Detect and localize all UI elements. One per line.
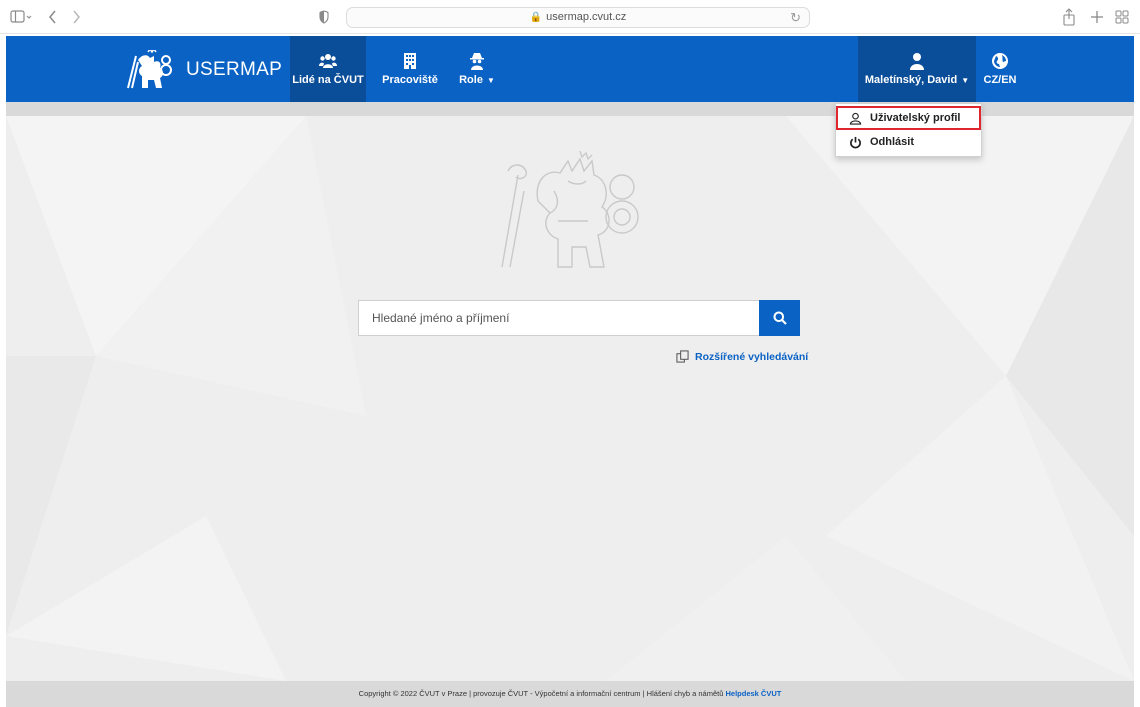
users-group-icon xyxy=(319,54,337,68)
user-outline-icon xyxy=(849,112,862,125)
sidebar-toggle-icon[interactable] xyxy=(10,7,32,27)
logout-menu-label: Odhlásit xyxy=(870,136,915,148)
back-icon[interactable] xyxy=(47,7,59,27)
building-icon xyxy=(404,53,416,69)
brand-name: USERMAP xyxy=(186,59,283,80)
address-bar[interactable]: 🔒 usermap.cvut.cz ↻ xyxy=(346,7,810,28)
nav-people-label: Lidé na ČVUT xyxy=(292,74,364,86)
nav-workplaces-label: Pracoviště xyxy=(382,74,438,86)
browser-toolbar: 🔒 usermap.cvut.cz ↻ xyxy=(0,0,1140,34)
search-bar xyxy=(358,300,800,336)
logout-menu-item[interactable]: Odhlásit xyxy=(836,130,981,154)
power-icon xyxy=(850,136,861,148)
profile-menu-item[interactable]: Uživatelský profil xyxy=(836,106,981,130)
address-url: usermap.cvut.cz xyxy=(546,11,627,23)
caret-down-icon: ▼ xyxy=(961,75,970,85)
page-footer: Copyright © 2022 ČVUT v Praze | provozuj… xyxy=(6,681,1134,707)
search-input[interactable] xyxy=(358,300,759,336)
search-button[interactable] xyxy=(759,300,800,336)
nav-language-label: CZ/EN xyxy=(983,74,1017,86)
nav-workplaces[interactable]: Pracoviště xyxy=(380,36,440,102)
reload-icon[interactable]: ↻ xyxy=(790,10,801,26)
nav-user-label: Maletínský, David xyxy=(864,74,958,86)
profile-menu-label: Uživatelský profil xyxy=(870,112,961,124)
user-secret-icon xyxy=(470,53,484,70)
helpdesk-link[interactable]: Helpdesk ČVUT xyxy=(725,689,781,698)
nav-user-menu[interactable]: Maletínský, David ▼ xyxy=(858,36,976,102)
globe-icon xyxy=(992,53,1008,69)
cvut-lion-logo-icon xyxy=(127,50,172,89)
advanced-search-link[interactable]: Rozšířené vyhledávání xyxy=(676,350,808,363)
nav-roles[interactable]: Role ▼ xyxy=(452,36,502,102)
lock-icon: 🔒 xyxy=(529,12,543,23)
nav-roles-label: Role xyxy=(459,74,483,86)
nav-people[interactable]: Lidé na ČVUT xyxy=(290,36,366,102)
copy-search-icon xyxy=(676,350,689,363)
new-tab-icon[interactable] xyxy=(1090,7,1104,27)
nav-language[interactable]: CZ/EN xyxy=(978,36,1022,102)
caret-down-icon: ▼ xyxy=(486,75,495,85)
share-icon[interactable] xyxy=(1062,7,1076,27)
app-container: USERMAP Lidé na ČVUT Pracoviště Role ▼ M… xyxy=(6,36,1134,707)
main-navbar: USERMAP Lidé na ČVUT Pracoviště Role ▼ M… xyxy=(6,36,1134,116)
search-icon xyxy=(773,311,787,325)
brand[interactable]: USERMAP xyxy=(124,50,282,90)
footer-text: Copyright © 2022 ČVUT v Praze | provozuj… xyxy=(358,689,724,698)
user-icon xyxy=(910,53,924,70)
privacy-shield-icon[interactable] xyxy=(318,7,330,27)
forward-icon[interactable] xyxy=(70,7,82,27)
user-dropdown-menu: Uživatelský profil Odhlásit xyxy=(835,103,982,157)
tab-overview-icon[interactable] xyxy=(1115,7,1129,27)
cvut-lion-watermark-icon xyxy=(501,151,639,268)
advanced-search-label: Rozšířené vyhledávání xyxy=(695,350,809,363)
